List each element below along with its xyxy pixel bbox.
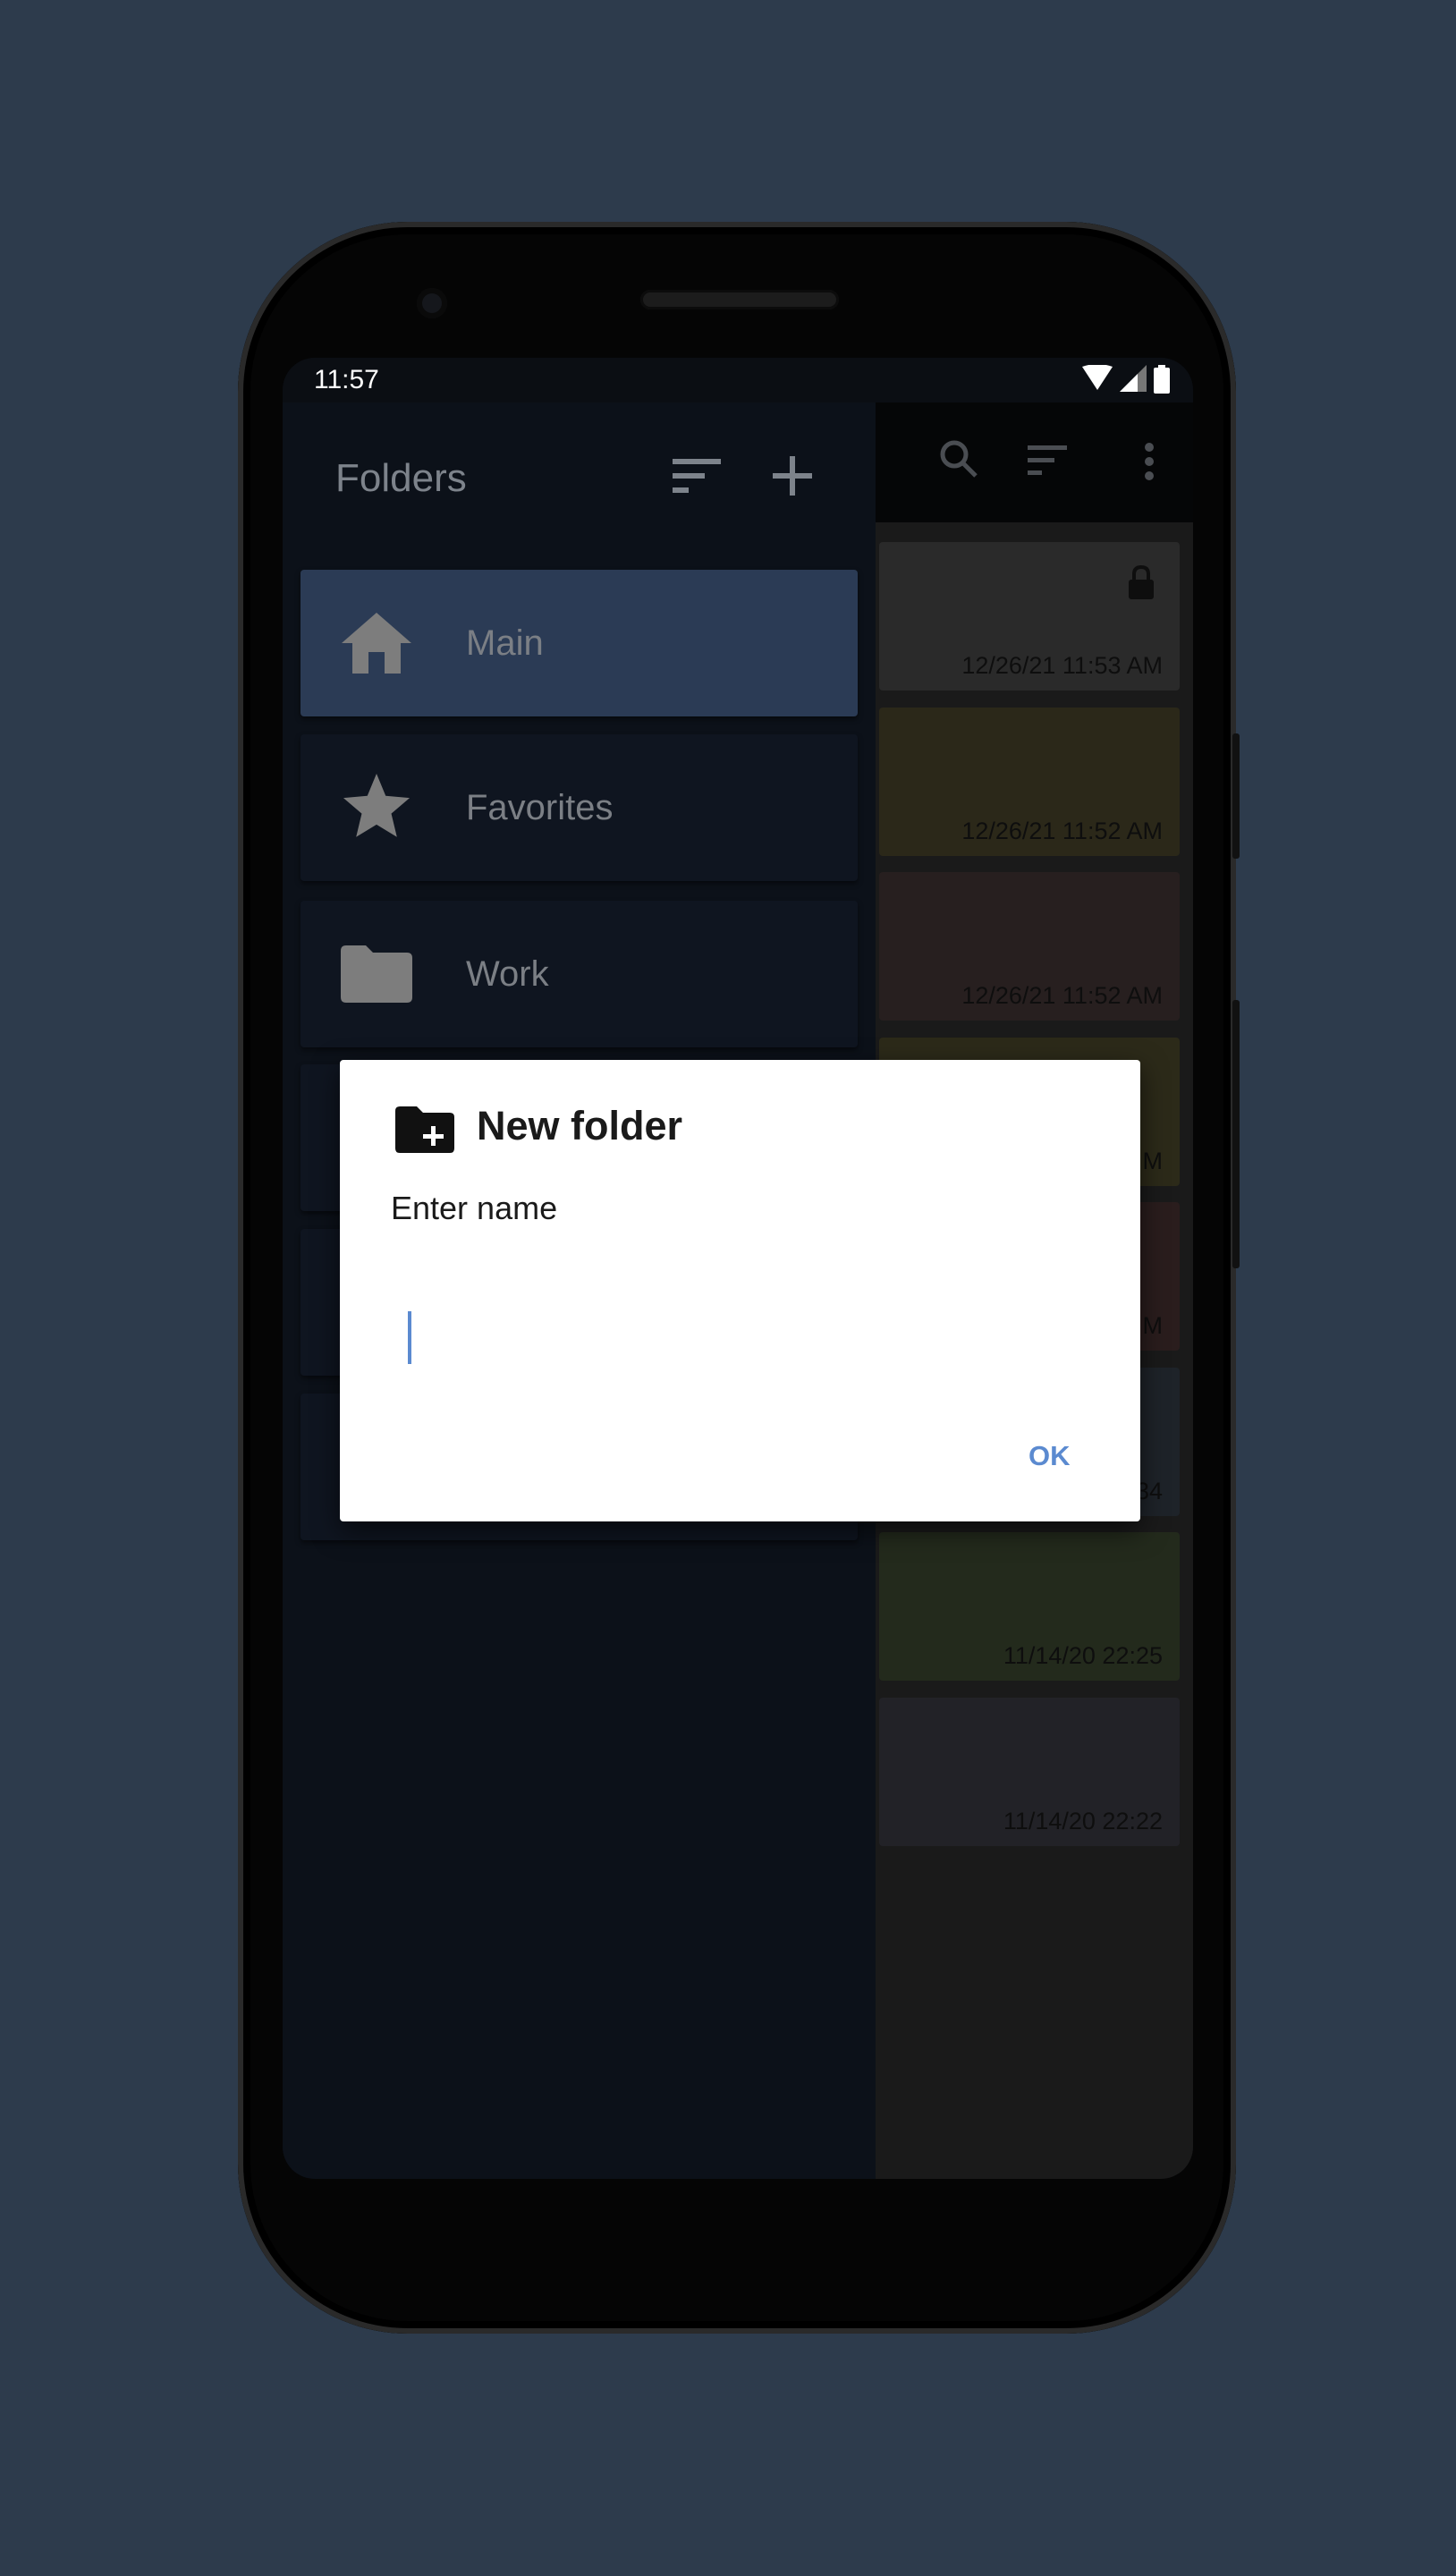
star-icon xyxy=(343,774,411,837)
folder-label: Favorites xyxy=(466,787,614,827)
more-options-icon[interactable] xyxy=(1144,442,1155,481)
note-date: 11/14/20 22:22 xyxy=(1003,1807,1163,1835)
add-folder-icon[interactable] xyxy=(773,456,812,496)
drawer-title: Folders xyxy=(335,456,467,500)
create-folder-icon xyxy=(395,1106,454,1153)
note-card[interactable]: 11/14/20 22:22 xyxy=(879,1697,1180,1846)
note-date: 12/26/21 11:52 AM xyxy=(961,817,1163,844)
home-icon xyxy=(342,613,411,674)
power-button xyxy=(1232,1000,1240,1268)
folder-name-input[interactable] xyxy=(391,1292,1088,1373)
text-cursor xyxy=(408,1311,411,1364)
folder-icon xyxy=(341,945,412,1003)
note-card[interactable]: 11/14/20 22:25 xyxy=(879,1532,1180,1681)
note-date: M xyxy=(1142,1147,1164,1174)
note-date: 12/26/21 11:53 AM xyxy=(961,652,1163,679)
note-card[interactable]: 12/26/21 11:52 AM xyxy=(879,707,1180,856)
note-date: 12/26/21 11:52 AM xyxy=(961,982,1163,1009)
folder-item-favorites[interactable]: Favorites xyxy=(301,734,858,881)
search-icon[interactable] xyxy=(938,438,979,479)
battery-icon xyxy=(1154,365,1170,394)
folder-item-main[interactable]: Main xyxy=(301,570,858,716)
status-time: 11:57 xyxy=(314,365,379,394)
notes-toolbar xyxy=(876,402,1193,522)
front-camera xyxy=(417,288,447,318)
note-card[interactable]: 12/26/21 11:52 AM xyxy=(879,872,1180,1021)
dialog-label: Enter name xyxy=(391,1190,558,1226)
sort-folders-icon[interactable] xyxy=(673,459,721,495)
folder-label: Main xyxy=(466,623,544,663)
sort-icon[interactable] xyxy=(1028,445,1067,476)
volume-button xyxy=(1232,733,1240,859)
wifi-icon xyxy=(1082,365,1113,390)
ok-button[interactable]: OK xyxy=(1029,1440,1071,1472)
new-folder-dialog: New folder Enter name OK xyxy=(340,1060,1140,1521)
lock-icon xyxy=(1129,565,1154,599)
note-card[interactable]: 12/26/21 11:53 AM xyxy=(879,542,1180,691)
folder-item-work[interactable]: Work xyxy=(301,901,858,1047)
dialog-title: New folder xyxy=(477,1103,683,1148)
folder-label: Work xyxy=(466,953,549,994)
status-bar: 11:57 xyxy=(283,358,1193,402)
note-date: 11/14/20 22:25 xyxy=(1003,1642,1163,1669)
note-date: M xyxy=(1142,1312,1164,1339)
earpiece-speaker xyxy=(640,290,839,309)
signal-icon xyxy=(1120,365,1147,392)
